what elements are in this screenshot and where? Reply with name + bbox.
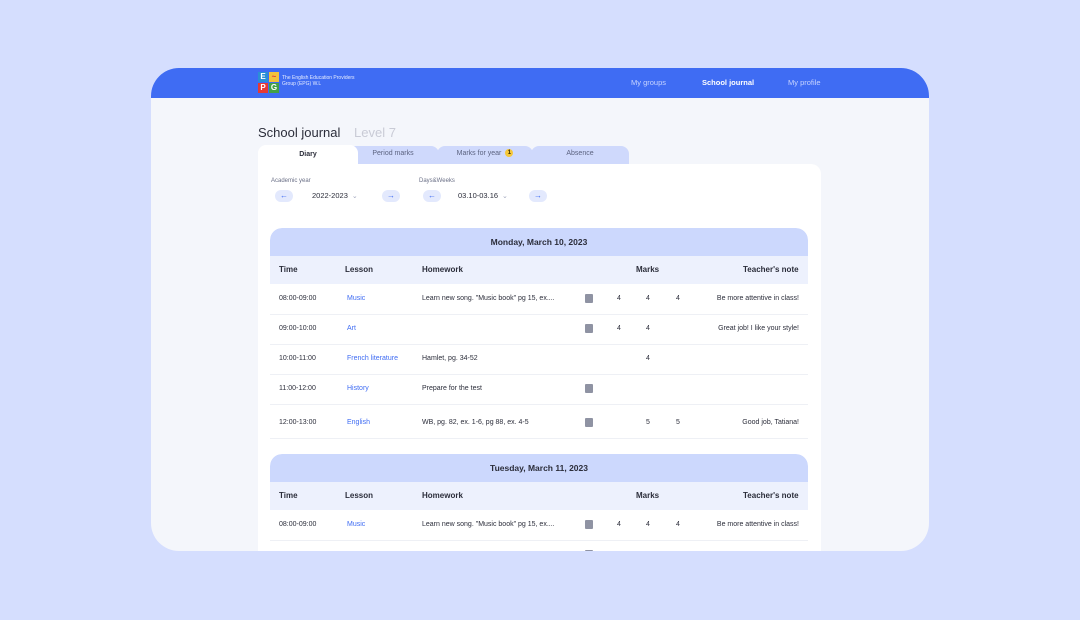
- document-icon[interactable]: [585, 384, 593, 393]
- row-lesson-link[interactable]: Music: [347, 521, 365, 528]
- document-icon[interactable]: [585, 324, 593, 333]
- col-lesson: Lesson: [345, 491, 374, 500]
- next-year-arrow-icon[interactable]: →: [382, 190, 400, 202]
- document-icon[interactable]: [585, 520, 593, 529]
- app-window: E ~ P G The English Education Providers …: [151, 68, 929, 551]
- tab-marks-for-year-label: Marks for year: [456, 150, 502, 157]
- table-row: 09:00-10:00 Art 4 4 Great job! I like yo…: [270, 314, 808, 345]
- table-row: 11:00-12:00 History Prepare for the test: [270, 374, 808, 405]
- nav-my-profile[interactable]: My profile: [788, 78, 821, 87]
- row-time: 11:00-12:00: [279, 385, 316, 392]
- diary-panel: Academic year ← 2022-2023 ⌄ → Days&Weeks …: [258, 164, 821, 551]
- row-mark: 4: [617, 295, 621, 302]
- table-row: 10:00-11:00 French literature Hamlet, pg…: [270, 344, 808, 375]
- nav-school-journal[interactable]: School journal: [702, 78, 754, 87]
- epg-logo[interactable]: E ~ P G: [258, 72, 280, 94]
- row-mark: 4: [617, 325, 621, 332]
- row-homework: Hamlet, pg. 34-52: [422, 355, 478, 362]
- row-lesson-link[interactable]: Art: [347, 325, 356, 332]
- row-mark: 4: [646, 521, 650, 528]
- table-row: 08:00-09:00 Music Learn new song. "Music…: [270, 284, 808, 315]
- prev-week-arrow-icon[interactable]: ←: [423, 190, 441, 202]
- day-card-tuesday: Tuesday, March 11, 2023 Time Lesson Home…: [270, 454, 808, 551]
- col-marks: Marks: [636, 265, 660, 274]
- table-header: Time Lesson Homework Marks Teacher's not…: [270, 256, 808, 284]
- row-homework: Prepare for the test: [422, 385, 482, 392]
- row-teacher-note: Great job! I like your style!: [718, 325, 799, 332]
- tab-marks-for-year[interactable]: Marks for year 1: [437, 146, 533, 164]
- table-row-partial: [270, 540, 808, 551]
- row-time: 08:00-09:00: [279, 295, 317, 302]
- days-weeks-value: 03.10-03.16: [458, 191, 499, 200]
- row-mark: 4: [646, 295, 650, 302]
- tab-absence[interactable]: Absence: [531, 146, 629, 164]
- row-time: 10:00-11:00: [279, 355, 316, 362]
- day-card-monday-last-row: 12:00-13:00 English WB, pg. 82, ex. 1-6,…: [270, 408, 808, 440]
- prev-year-arrow-icon[interactable]: ←: [275, 190, 293, 202]
- page-title: School journal: [258, 125, 341, 140]
- row-mark: 4: [646, 325, 650, 332]
- days-weeks-label: Days&Weeks: [419, 178, 455, 184]
- row-mark: 5: [676, 419, 680, 426]
- marks-for-year-badge: 1: [505, 149, 514, 158]
- col-teacher-note: Teacher's note: [743, 491, 799, 500]
- academic-year-value: 2022-2023: [312, 191, 348, 200]
- nav-my-groups[interactable]: My groups: [631, 78, 666, 87]
- table-row: 08:00-09:00 Music Learn new song. "Music…: [270, 510, 808, 541]
- row-homework: WB, pg. 82, ex. 1-6, pg 88, ex. 4-5: [422, 419, 529, 426]
- row-lesson-link[interactable]: French literature: [347, 355, 398, 362]
- row-lesson-link[interactable]: History: [347, 385, 369, 392]
- col-lesson: Lesson: [345, 265, 374, 274]
- row-time: 12:00-13:00: [279, 419, 317, 426]
- row-mark: 4: [676, 295, 680, 302]
- col-teacher-note: Teacher's note: [743, 265, 799, 274]
- row-mark: 4: [617, 521, 621, 528]
- col-homework: Homework: [422, 491, 463, 500]
- row-mark: 5: [646, 419, 650, 426]
- page-subtitle: Level 7: [354, 125, 396, 140]
- logo-letter-p: P: [258, 83, 268, 93]
- row-lesson-link[interactable]: Music: [347, 295, 365, 302]
- row-mark: 4: [676, 521, 680, 528]
- col-time: Time: [279, 265, 298, 274]
- row-lesson-link[interactable]: English: [347, 419, 370, 426]
- logo-swoosh: ~: [269, 72, 279, 82]
- row-homework: Learn new song. "Music book" pg 15, ex..…: [422, 295, 555, 302]
- tab-diary[interactable]: Diary: [258, 145, 358, 165]
- col-homework: Homework: [422, 265, 463, 274]
- logo-letter-g: G: [269, 83, 279, 93]
- document-icon[interactable]: [585, 294, 593, 303]
- col-marks: Marks: [636, 491, 660, 500]
- days-weeks-dropdown[interactable]: 03.10-03.16 ⌄: [458, 191, 508, 200]
- document-icon[interactable]: [585, 418, 593, 427]
- row-time: 08:00-09:00: [279, 521, 317, 528]
- row-teacher-note: Be more attentive in class!: [716, 295, 799, 302]
- row-teacher-note: Be more attentive in class!: [716, 521, 799, 528]
- top-navigation-bar: E ~ P G The English Education Providers …: [151, 68, 929, 98]
- academic-year-dropdown[interactable]: 2022-2023 ⌄: [312, 191, 358, 200]
- chevron-down-icon: ⌄: [502, 193, 508, 200]
- day-header: Monday, March 10, 2023: [270, 228, 808, 256]
- academic-year-label: Academic year: [271, 178, 311, 184]
- logo-letter-e: E: [258, 72, 268, 82]
- row-teacher-note: Good job, Tatiana!: [742, 419, 799, 426]
- row-mark: 4: [646, 355, 650, 362]
- tab-period-marks[interactable]: Period marks: [347, 146, 439, 164]
- next-week-arrow-icon[interactable]: →: [529, 190, 547, 202]
- logo-text: The English Education Providers Group (E…: [282, 75, 355, 87]
- academic-year-selector: ← 2022-2023 ⌄ →: [270, 188, 400, 204]
- table-row: 12:00-13:00 English WB, pg. 82, ex. 1-6,…: [270, 408, 808, 439]
- col-time: Time: [279, 491, 298, 500]
- table-header: Time Lesson Homework Marks Teacher's not…: [270, 482, 808, 510]
- day-card-monday: Monday, March 10, 2023 Time Lesson Homew…: [270, 228, 808, 408]
- days-weeks-selector: ← 03.10-03.16 ⌄ →: [418, 188, 550, 204]
- chevron-down-icon: ⌄: [351, 193, 358, 200]
- day-header: Tuesday, March 11, 2023: [270, 454, 808, 482]
- document-icon[interactable]: [585, 550, 593, 551]
- row-time: 09:00-10:00: [279, 325, 317, 332]
- row-homework: Learn new song. "Music book" pg 15, ex..…: [422, 521, 555, 528]
